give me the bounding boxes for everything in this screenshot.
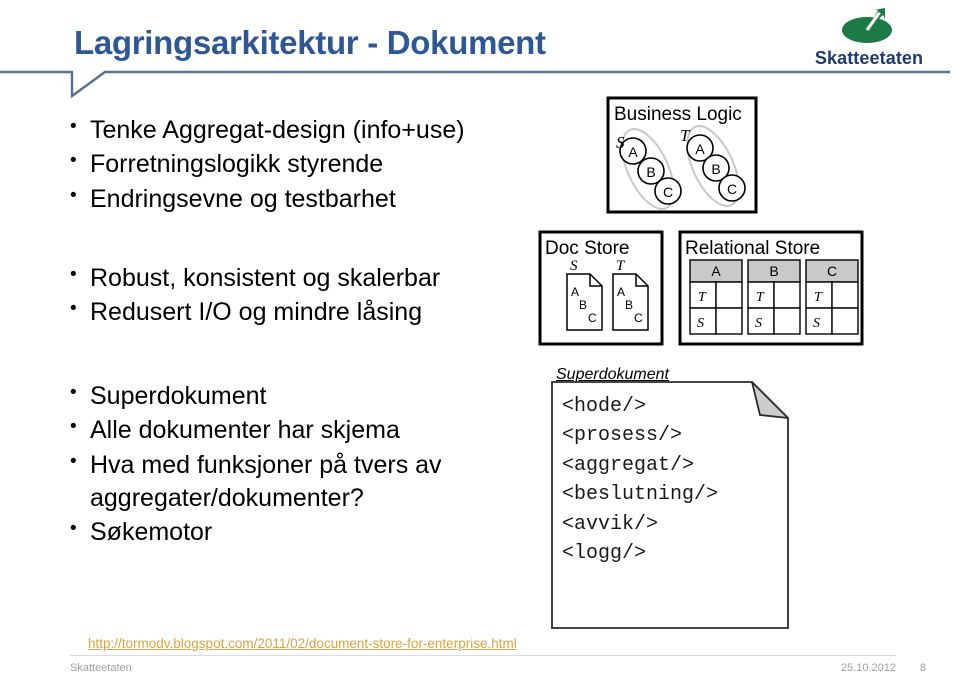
superdocument-line: <beslutning/> <box>562 483 719 507</box>
diagram-node-label: A <box>695 141 705 157</box>
list-item: • Redusert I/O og mindre låsing <box>70 296 520 329</box>
diagram-aggregate-label-t: T <box>680 126 691 145</box>
diagram-table-row-label: T <box>698 290 707 305</box>
superdocument-line: <prosess/> <box>562 424 683 448</box>
diagram-document-label-s: S <box>570 258 578 274</box>
list-item-label: Tenke Aggregat-design (info+use) <box>90 116 465 144</box>
diagram-table-b: B T S <box>747 259 801 335</box>
list-item-label: Redusert I/O og mindre låsing <box>90 298 423 327</box>
diagram-table-header: B <box>769 263 778 279</box>
bullet-marker-icon: • <box>70 116 77 137</box>
bullet-marker-icon: • <box>70 150 77 172</box>
bullet-list-superdocument: • Superdokument • Alle dokumenter har sk… <box>70 380 520 550</box>
list-item-label: Superdokument <box>90 382 267 410</box>
list-item-label: Alle dokumenter har skjema <box>90 416 400 445</box>
diagram-node-label: B <box>646 164 655 180</box>
diagram-node-label: B <box>711 161 720 177</box>
list-item: • Superdokument <box>70 380 520 413</box>
diagram-document-item: C <box>588 311 597 325</box>
footer-organization: Skatteetaten <box>70 662 132 674</box>
diagram-table-row-label: S <box>697 316 704 331</box>
list-item: • Hva med funksjoner på tvers av aggrega… <box>70 449 520 516</box>
bullet-marker-icon: • <box>70 450 77 472</box>
diagram-document-item: B <box>579 298 587 312</box>
list-item: • Forretningslogikk styrende <box>70 148 520 181</box>
footer-divider <box>70 655 896 656</box>
diagram-table-row-label: T <box>814 290 823 305</box>
source-link[interactable]: http://tormodv.blogspot.com/2011/02/docu… <box>88 636 517 651</box>
diagram-node-label: A <box>628 144 638 160</box>
bullet-marker-icon: • <box>70 264 77 285</box>
superdocument-line: <avvik/> <box>562 512 659 536</box>
list-item: • Alle dokumenter har skjema <box>70 414 520 447</box>
diagram-table-c: C T S <box>805 259 859 335</box>
superdocument-line: <logg/> <box>562 541 647 565</box>
diagram-table-header: C <box>827 263 837 279</box>
diagram-table-header: A <box>711 263 721 279</box>
list-item: • Tenke Aggregat-design (info+use) <box>70 114 520 147</box>
bullet-marker-icon: • <box>70 298 77 320</box>
superdocument-illustration: Superdokument <hode/> <prosess/> <aggreg… <box>548 366 848 634</box>
diagram-aggregate-label-s: S <box>616 133 625 152</box>
diagram-doc-store-title: Doc Store <box>545 238 629 259</box>
list-item-label: Søkemotor <box>90 518 213 546</box>
bullet-marker-icon: • <box>70 382 77 403</box>
list-item: • Søkemotor <box>70 516 520 549</box>
diagram-table-row-label: S <box>755 316 762 331</box>
footer-date: 25.10.2012 <box>840 662 896 674</box>
bullet-marker-icon: • <box>70 184 77 206</box>
diagram-business-logic-box: Business Logic A B C S A B C T <box>606 96 758 214</box>
bullet-list-intent: • Tenke Aggregat-design (info+use) • For… <box>70 114 520 217</box>
superdocument-content: <hode/> <prosess/> <aggregat/> <beslutni… <box>562 392 718 568</box>
skatteetaten-logo-icon <box>842 8 892 43</box>
diagram-table-a: A T S <box>689 259 743 335</box>
diagram-node-label: C <box>663 184 673 200</box>
diagram-table-row-label: S <box>813 316 820 331</box>
superdocument-line: <hode/> <box>562 395 647 418</box>
diagram-relational-store-title: Relational Store <box>685 238 820 259</box>
list-item-label: Hva med funksjoner på tvers av aggregate… <box>90 450 442 512</box>
superdocument-line: <aggregat/> <box>562 453 695 477</box>
list-item-label: Endringsevne og testbarhet <box>90 184 396 213</box>
list-item: • Robust, konsistent og skalerbar <box>70 262 520 295</box>
footer-page-number: 8 <box>919 662 926 674</box>
diagram-doc-store-box: Doc Store S A B C T A B C <box>538 230 664 346</box>
bullet-list-qualities: • Robust, konsistent og skalerbar • Redu… <box>70 262 520 331</box>
logo-wordmark: Skatteetaten <box>814 48 924 68</box>
bullet-marker-icon: • <box>70 416 77 438</box>
brand-logo: Skatteetaten <box>794 6 944 69</box>
diagram-document-item: A <box>617 285 625 299</box>
diagram-business-logic-title: Business Logic <box>614 104 742 125</box>
diagram-document-item: B <box>625 298 633 312</box>
list-item: • Endringsevne og testbarhet <box>70 183 520 216</box>
diagram-document-item: A <box>571 285 579 299</box>
diagram-node-label: C <box>727 181 737 197</box>
diagram-table-row-label: T <box>756 290 765 305</box>
diagram-document-item: C <box>634 311 643 325</box>
list-item-label: Forretningslogikk styrende <box>90 150 384 179</box>
diagram-relational-store-box: Relational Store A T S B T S C T S <box>678 230 864 346</box>
list-item-label: Robust, konsistent og skalerbar <box>90 264 441 292</box>
storage-architecture-diagram: Business Logic A B C S A B C T Doc Store… <box>538 96 864 346</box>
page-title: Lagringsarkitektur - Dokument <box>74 24 546 61</box>
bullet-marker-icon: • <box>70 518 77 539</box>
